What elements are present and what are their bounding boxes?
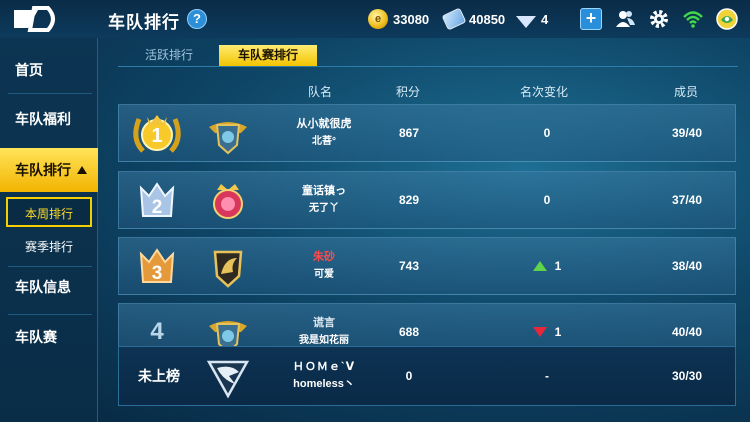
team-name-cell: 童话镇っ 无了丫 [269,172,379,228]
score-value: 829 [398,193,420,207]
bronze-crown-rank-icon: 3 [139,248,175,284]
rank-change: 0 [507,172,587,228]
sidebar-item-label: 车队赛 [15,329,57,345]
team-name: 谎言 [313,317,335,329]
members-count: 37/40 [671,193,703,207]
tab-underline [118,66,738,67]
team-emblem-icon [206,360,250,399]
team-name: 朱砂 [313,251,335,263]
rank-change-value: 0 [543,126,551,140]
caret-up-icon [77,166,87,174]
table-row[interactable]: 1 从小就很虎 北菩° 867 0 39/40 [118,104,736,162]
captain-name: 无了丫 [309,203,339,214]
column-header-name: 队名 [307,85,332,99]
silver-crown-rank-icon: 2 [139,182,175,218]
team-name-cell: 朱砂 可爱 [269,238,379,294]
coin-counter: e 33080 [368,8,429,30]
sidebar-item-label: 车队排行 [15,162,71,178]
diamond-value: 4 [541,11,549,27]
page-title: 车队排行 [108,13,180,32]
score-value: 867 [398,126,420,140]
ticket-value: 40850 [469,11,506,27]
team-name-cell: ＨＯＭｅ`ᐯ homeless丶 [269,347,379,405]
sidebar-item-race[interactable]: 车队赛 [0,312,98,362]
team-emblem-icon [209,122,247,155]
team-emblem-icon [213,250,243,288]
rank-change-value: 1 [554,259,562,273]
sidebar: 首页 车队福利 车队排行 本周排行 赛季排行 车队信息 车队赛 [0,38,98,422]
coin-value: 33080 [393,11,430,27]
diamond-counter: 4 [516,8,548,30]
sidebar-item-info[interactable]: 车队信息 [0,262,98,312]
sidebar-subitem-season[interactable]: 赛季排行 [6,232,92,262]
rank-number: 1 [151,125,162,147]
tab-activity[interactable]: 活跃排行 [120,45,218,66]
top-bar: 车队排行 ? e 33080 40850 4 + [0,0,750,38]
rank-change: 0 [507,105,587,161]
sidebar-item-label: 首页 [15,62,43,78]
team-name: 童话镇っ [302,185,346,197]
coin-icon: e [368,9,388,29]
table-row[interactable]: 2 童话镇っ 无了丫 829 0 37/40 [118,171,736,229]
sidebar-item-welfare[interactable]: 车队福利 [0,94,98,144]
my-team-row[interactable]: 未上榜 ＨＯＭｅ`ᐯ homeless丶 0 - 30/30 [118,346,736,406]
wifi-icon [683,11,703,28]
column-header-members: 成员 [673,85,698,99]
unranked-label: 未上榜 [138,368,180,384]
members-count: 39/40 [671,126,703,140]
sidebar-item-home[interactable]: 首页 [0,45,98,95]
diamond-icon [516,16,536,28]
rank-down-icon [532,327,547,337]
members-count: 38/40 [671,259,703,273]
friends-icon[interactable] [614,8,636,30]
sidebar-item-ranking[interactable]: 车队排行 [0,148,98,192]
team-name: 从小就很虎 [296,118,352,130]
ticket-icon [441,7,467,31]
logo-icon [14,6,55,32]
team-name-cell: 从小就很虎 北菩° [269,105,379,161]
sidebar-subitem-weekly[interactable]: 本周排行 [6,197,92,227]
add-icon[interactable]: + [580,8,602,30]
sidebar-item-label: 车队福利 [15,111,71,127]
rank-up-icon [532,261,547,271]
sidebar-item-label: 车队信息 [15,279,71,295]
tab-race-ranking[interactable]: 车队赛排行 [219,45,317,66]
help-button[interactable]: ? [187,9,207,29]
table-row[interactable]: 3 朱砂 可爱 743 1 38/40 [118,237,736,295]
ticket-counter: 40850 [441,7,506,31]
members-count: 30/30 [671,369,703,383]
rank-change: 1 [507,238,587,294]
avatar-icon[interactable] [716,8,738,30]
gear-icon[interactable] [648,8,670,30]
captain-name: 北菩° [312,136,336,147]
column-header-change: 名次变化 [519,85,568,99]
team-emblem-icon [213,184,243,219]
rank-number: 3 [152,263,163,284]
score-value: 743 [398,259,420,273]
column-header-score: 积分 [395,85,420,99]
team-name: ＨＯＭｅ`ᐯ [292,361,356,373]
captain-name: homeless丶 [293,378,355,390]
rank-change-value: - [545,369,549,383]
gold-laurel-rank-icon: 1 [133,115,181,153]
score-value: 0 [405,369,413,383]
rank-change-value: 1 [554,325,562,339]
rank-change-value: 0 [543,193,551,207]
rank-number: 2 [152,197,163,218]
captain-name: 可爱 [314,269,334,280]
